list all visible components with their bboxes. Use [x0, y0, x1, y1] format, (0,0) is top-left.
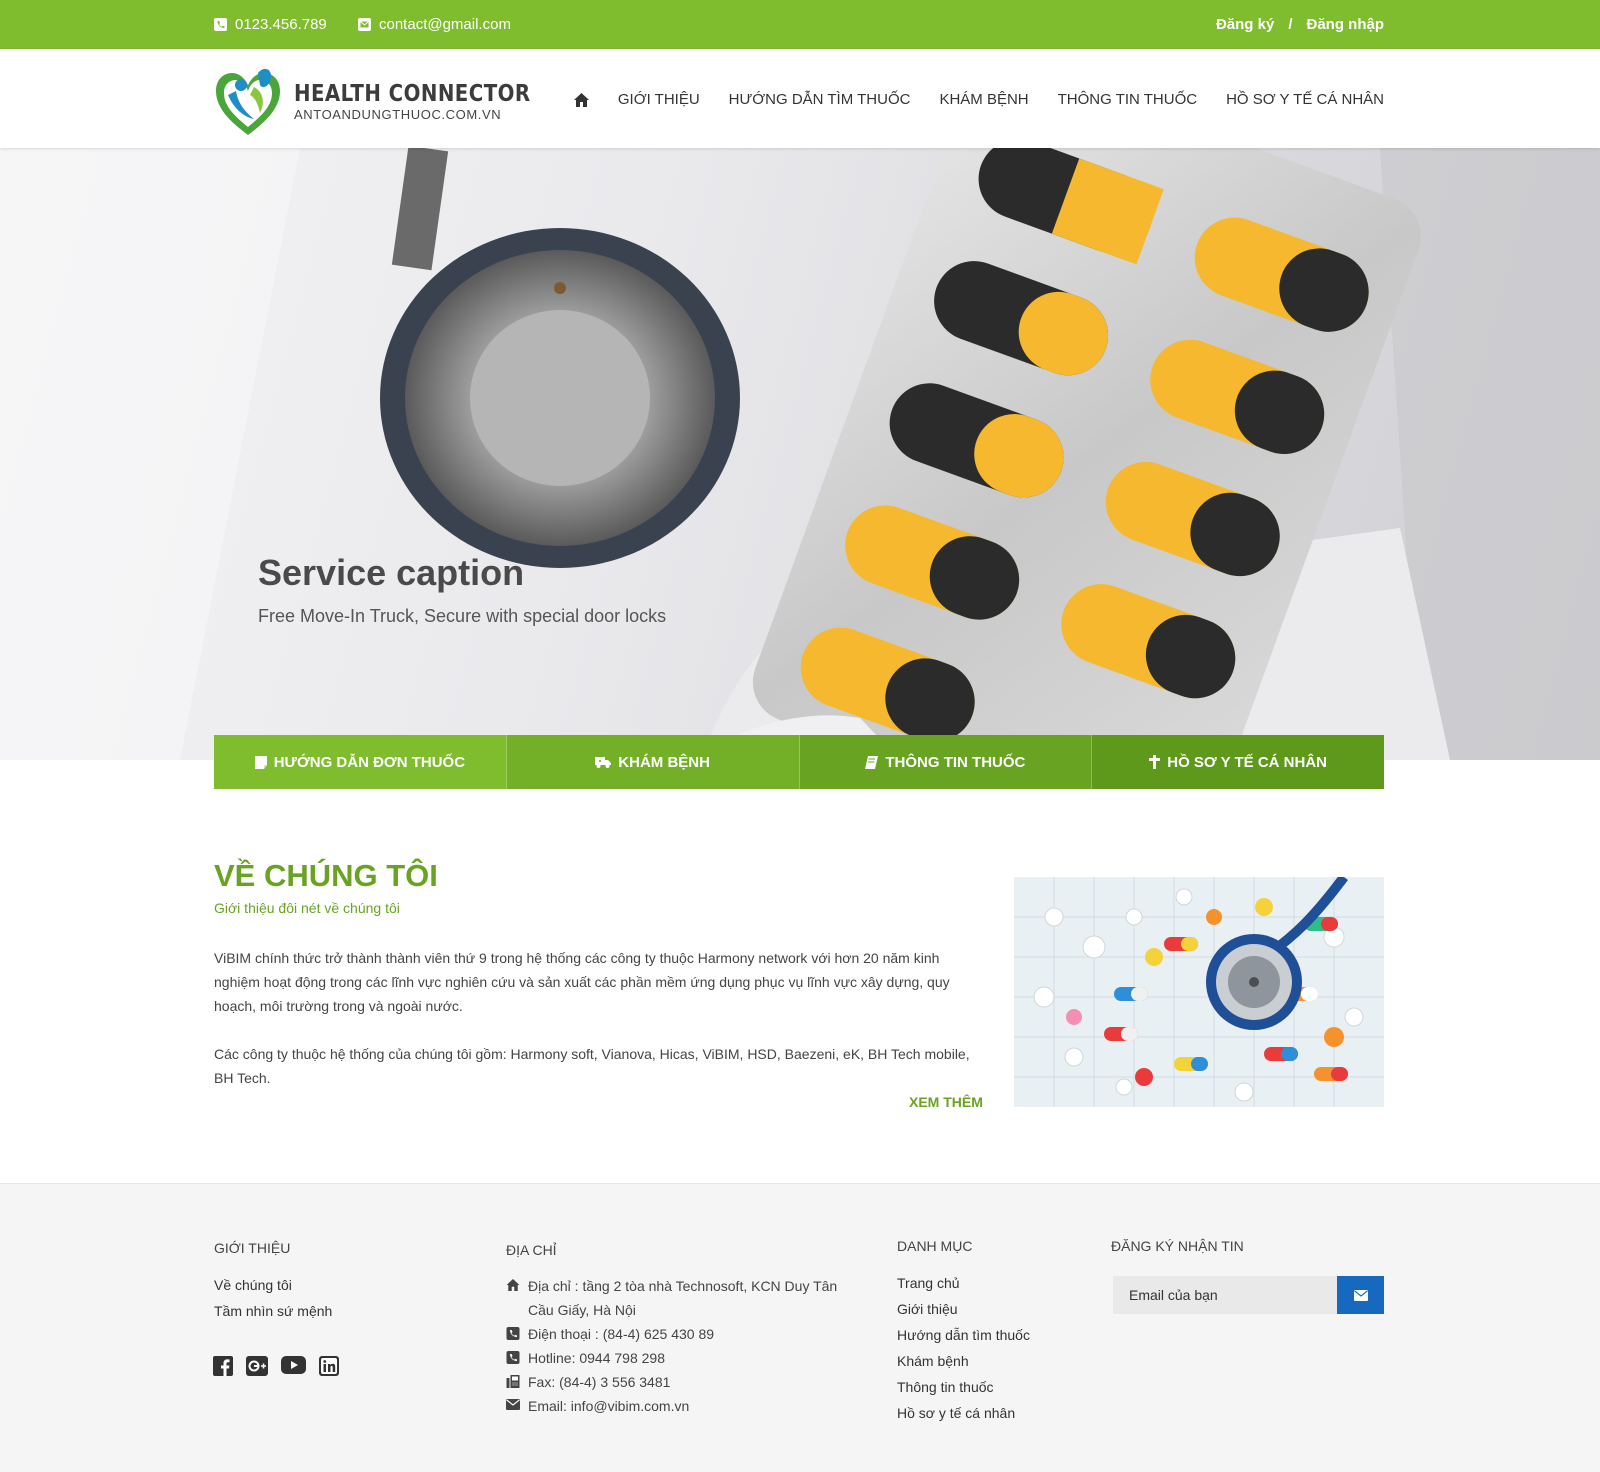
email-text[interactable]: Email: info@vibim.com.vn	[528, 1394, 689, 1418]
about-paragraph-2: Các công ty thuộc hệ thống của chúng tôi…	[214, 1046, 970, 1086]
footer-link-gioi-thieu[interactable]: Giới thiệu	[897, 1296, 1030, 1322]
footer-link-tam-nhin[interactable]: Tầm nhìn sứ mệnh	[214, 1298, 332, 1324]
site-header: HEALTH CONNECTOR ANTOANDUNGTHUOC.COM.VN …	[0, 49, 1600, 148]
footer-link-ve-chung-toi[interactable]: Về chúng tôi	[214, 1272, 332, 1298]
footer-address-heading: ĐỊA CHỈ	[506, 1242, 557, 1258]
envelope-icon	[358, 18, 371, 31]
footer-link-kham-benh[interactable]: Khám bệnh	[897, 1348, 1030, 1374]
fax-line: Fax: (84-4) 3 556 3481	[506, 1370, 866, 1394]
read-more-link[interactable]: XEM THÊM	[909, 1094, 983, 1110]
tab-huong-dan-don-thuoc[interactable]: HƯỚNG DẪN ĐƠN THUỐC	[214, 735, 507, 789]
newsletter-form	[1113, 1276, 1384, 1314]
nav-item-thong-tin-thuoc[interactable]: THÔNG TIN THUỐC	[1058, 91, 1197, 108]
auth-links: Đăng ký / Đăng nhập	[1216, 16, 1384, 33]
auth-separator: /	[1288, 16, 1293, 33]
medical-icon	[1149, 755, 1161, 769]
hero-image	[0, 148, 1600, 760]
envelope-icon	[1353, 1289, 1368, 1301]
tab-label: HỒ SƠ Y TẾ CÁ NHÂN	[1167, 753, 1327, 771]
site-logo[interactable]: HEALTH CONNECTOR ANTOANDUNGTHUOC.COM.VN	[214, 65, 569, 137]
logo-heart-icon	[216, 68, 280, 135]
address-text: Địa chỉ : tầng 2 tòa nhà Technosoft, KCN…	[528, 1278, 838, 1294]
tab-thong-tin-thuoc[interactable]: THÔNG TIN THUỐC	[799, 735, 1093, 789]
note-icon	[254, 755, 267, 769]
social-links	[213, 1356, 339, 1376]
hero-banner: Service caption Free Move-In Truck, Secu…	[0, 148, 1600, 760]
about-subtitle: Giới thiệu đôi nét về chúng tôi	[214, 900, 400, 916]
about-title: VỀ CHÚNG TÔI	[214, 858, 438, 893]
register-link[interactable]: Đăng ký	[1216, 16, 1274, 33]
footer-categories: DANH MỤC Trang chủ Giới thiệu Hướng dẫn …	[897, 1238, 1030, 1426]
top-email[interactable]: contact@gmail.com	[358, 16, 511, 33]
tab-label: KHÁM BỆNH	[618, 753, 710, 771]
about-paragraph-1: ViBIM chính thức trở thành thành viên th…	[214, 950, 950, 1014]
phone-text: Điện thoại : (84-4) 625 430 89	[528, 1326, 715, 1342]
logo-subtitle: ANTOANDUNGTHUOC.COM.VN	[294, 106, 502, 122]
nav-item-ho-so-y-te[interactable]: HỒ SƠ Y TẾ CÁ NHÂN	[1226, 91, 1384, 108]
footer-intro: GIỚI THIỆU Về chúng tôi Tầm nhìn sứ mệnh	[214, 1240, 332, 1324]
phone-icon	[506, 1351, 520, 1364]
hotline-text: Hotline: 0944 798 298	[528, 1350, 665, 1366]
book-icon	[865, 755, 879, 769]
hotline-line: Hotline: 0944 798 298	[506, 1346, 866, 1370]
service-tabs: HƯỚNG DẪN ĐƠN THUỐC KHÁM BỆNH THÔNG TIN …	[214, 735, 1384, 789]
top-phone-text: 0123.456.789	[235, 16, 327, 33]
top-phone[interactable]: 0123.456.789	[214, 16, 327, 33]
about-image	[1014, 877, 1384, 1107]
footer-newsletter: ĐĂNG KÝ NHẬN TIN	[1111, 1238, 1244, 1270]
footer-newsletter-heading: ĐĂNG KÝ NHẬN TIN	[1111, 1238, 1244, 1254]
linkedin-icon[interactable]	[319, 1356, 339, 1376]
envelope-icon	[506, 1399, 520, 1410]
home-icon[interactable]	[573, 92, 589, 107]
phone-line: Điện thoại : (84-4) 625 430 89	[506, 1322, 866, 1346]
tab-kham-benh[interactable]: KHÁM BỆNH	[506, 735, 800, 789]
hero-subtitle: Free Move-In Truck, Secure with special …	[258, 606, 667, 626]
google-plus-icon[interactable]	[246, 1356, 268, 1376]
footer-link-thong-tin-thuoc[interactable]: Thông tin thuốc	[897, 1374, 1030, 1400]
login-link[interactable]: Đăng nhập	[1307, 16, 1385, 33]
footer-link-huong-dan-tim-thuoc[interactable]: Hướng dẫn tìm thuốc	[897, 1322, 1030, 1348]
top-bar: 0123.456.789 contact@gmail.com Đăng ký /…	[0, 0, 1600, 49]
footer-link-trang-chu[interactable]: Trang chủ	[897, 1270, 1030, 1296]
nav-item-kham-benh[interactable]: KHÁM BỆNH	[939, 91, 1028, 108]
ambulance-icon	[595, 757, 612, 768]
tab-label: THÔNG TIN THUỐC	[885, 753, 1026, 771]
hero-caption: Service caption Free Move-In Truck, Secu…	[258, 552, 666, 627]
pills-stethoscope-image	[1014, 877, 1384, 1107]
newsletter-email-input[interactable]	[1113, 1276, 1337, 1314]
top-email-text: contact@gmail.com	[379, 16, 511, 33]
address-line: Địa chỉ : tầng 2 tòa nhà Technosoft, KCN…	[506, 1274, 866, 1322]
address-text-2: Cầu Giấy, Hà Nội	[528, 1302, 636, 1318]
fax-text: Fax: (84-4) 3 556 3481	[528, 1374, 671, 1390]
facebook-icon[interactable]	[213, 1356, 233, 1376]
hero-title: Service caption	[258, 552, 525, 593]
tab-ho-so-y-te[interactable]: HỒ SƠ Y TẾ CÁ NHÂN	[1092, 735, 1384, 789]
home-icon	[506, 1279, 520, 1291]
nav-item-gioi-thieu[interactable]: GIỚI THIỆU	[618, 91, 700, 108]
footer-intro-heading: GIỚI THIỆU	[214, 1240, 291, 1256]
phone-icon	[214, 18, 227, 31]
footer-link-ho-so-y-te[interactable]: Hồ sơ y tế cá nhân	[897, 1400, 1030, 1426]
main-nav: GIỚI THIỆU HƯỚNG DẪN TÌM THUỐC KHÁM BỆNH…	[573, 91, 1384, 108]
newsletter-submit-button[interactable]	[1337, 1276, 1384, 1314]
logo-title: HEALTH CONNECTOR	[294, 80, 531, 107]
fax-icon	[506, 1375, 520, 1388]
tab-label: HƯỚNG DẪN ĐƠN THUỐC	[273, 753, 466, 771]
footer-categories-heading: DANH MỤC	[897, 1238, 973, 1254]
footer-address: ĐỊA CHỈ Địa chỉ : tầng 2 tòa nhà Technos…	[506, 1242, 866, 1418]
nav-item-huong-dan-tim-thuoc[interactable]: HƯỚNG DẪN TÌM THUỐC	[729, 91, 911, 108]
phone-icon	[506, 1327, 520, 1340]
email-line: Email: info@vibim.com.vn	[506, 1394, 866, 1418]
youtube-icon[interactable]	[281, 1356, 306, 1374]
